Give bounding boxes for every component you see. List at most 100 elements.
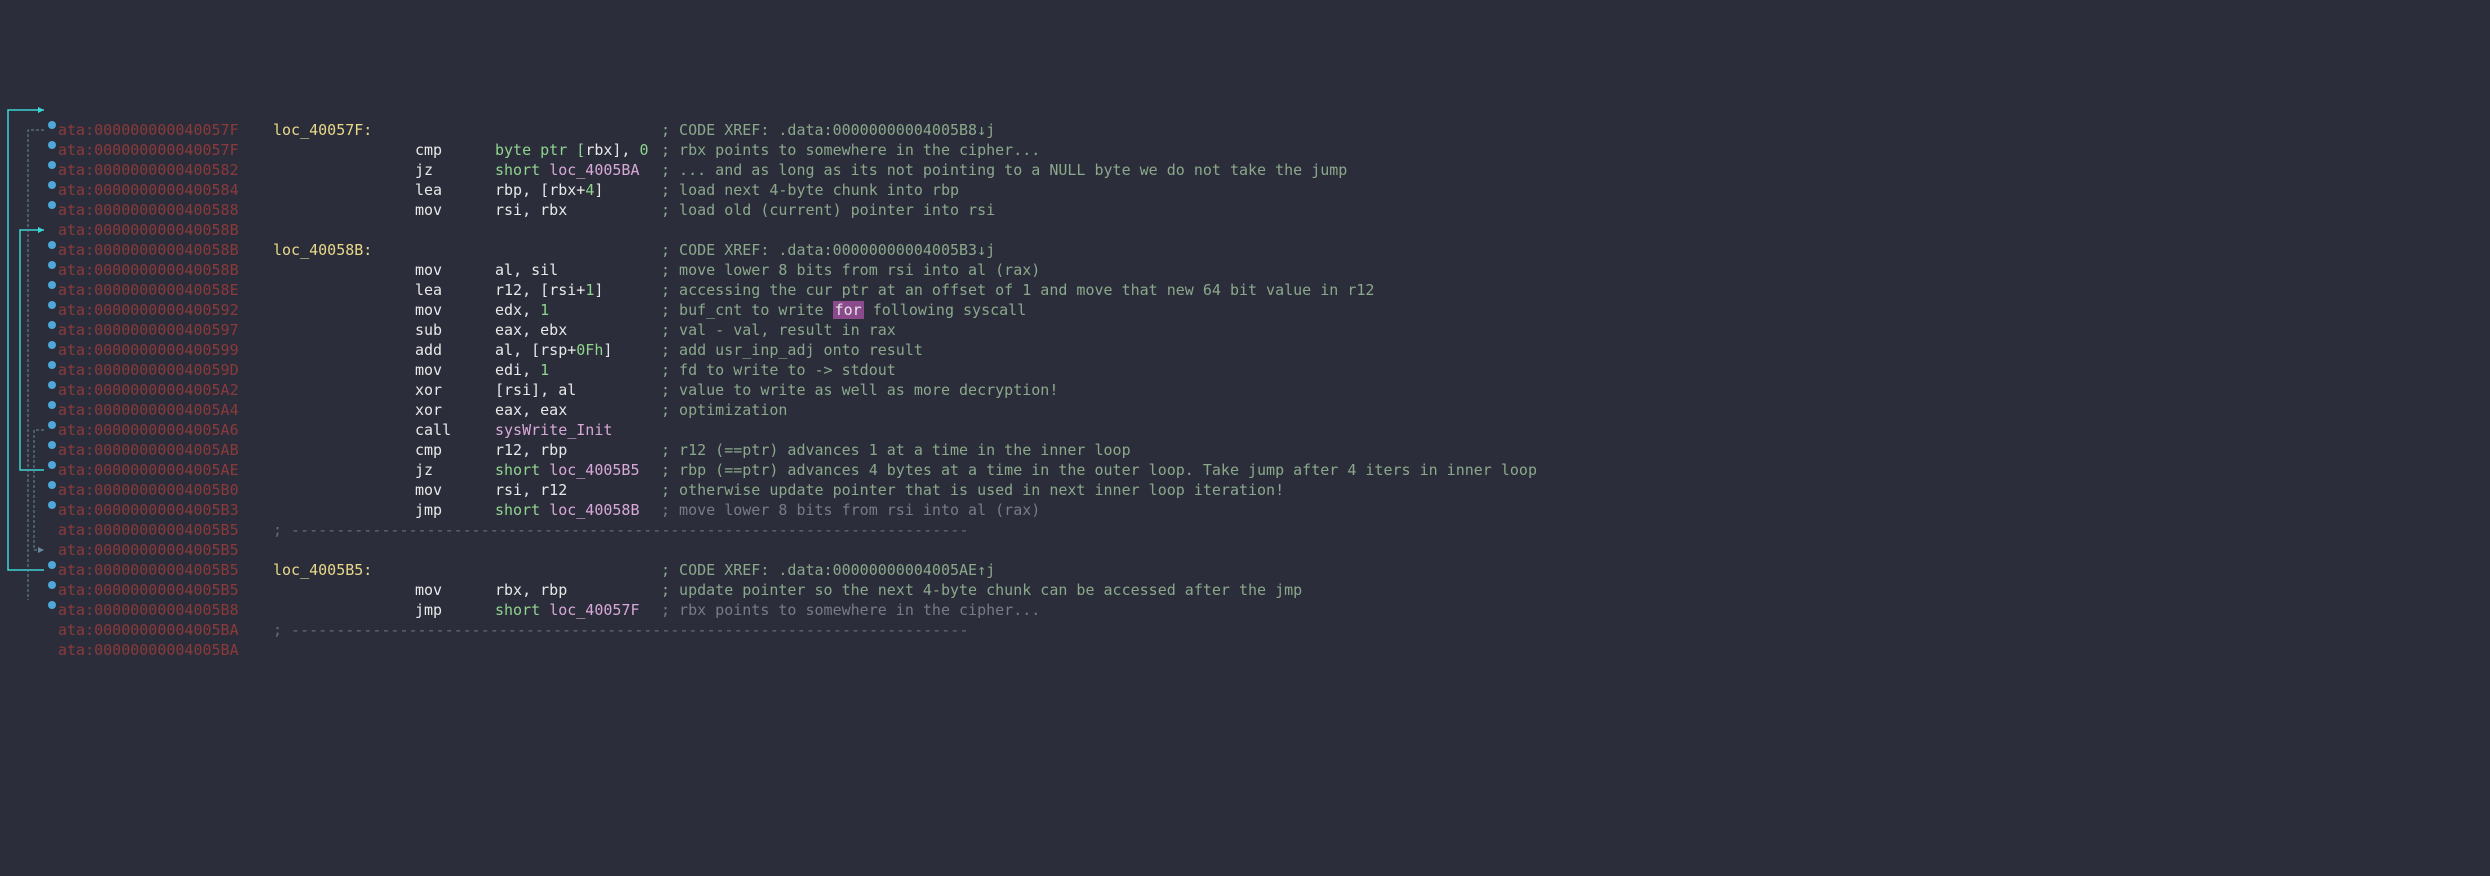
address-column[interactable]: ata:000000000040058E (58, 280, 273, 300)
breakpoint-dot[interactable] (48, 361, 56, 369)
disasm-line[interactable]: ata:00000000004005BA; ------------------… (0, 620, 2490, 640)
symbol-ref[interactable]: loc_40057F (549, 601, 639, 619)
operand-text: short (495, 461, 549, 479)
address-column[interactable]: ata:0000000000400588 (58, 200, 273, 220)
symbol-ref[interactable]: loc_4005B5 (549, 461, 639, 479)
breakpoint-dot[interactable] (48, 481, 56, 489)
address-column[interactable]: ata:0000000000400599 (58, 340, 273, 360)
disasm-line[interactable]: ata:00000000004005BA (0, 640, 2490, 660)
operand-text: short (495, 161, 549, 179)
address-column[interactable]: ata:00000000004005B8 (58, 600, 273, 620)
disasm-line[interactable]: ata:00000000004005ABcmpr12, rbp; r12 (==… (0, 440, 2490, 460)
breakpoint-dot[interactable] (48, 581, 56, 589)
disasm-line[interactable]: ata:00000000004005B3jmpshort loc_40058B;… (0, 500, 2490, 520)
xref-target[interactable]: .data:00000000004005B8↓j (778, 121, 995, 139)
symbol-ref[interactable]: loc_40058B (549, 501, 639, 519)
address-column[interactable]: ata:000000000040057F (58, 120, 273, 140)
address-column[interactable]: ata:000000000040059D (58, 360, 273, 380)
address-column[interactable]: ata:00000000004005AE (58, 460, 273, 480)
symbol-ref[interactable]: loc_4005BA (549, 161, 639, 179)
address-column[interactable]: ata:0000000000400582 (58, 160, 273, 180)
code-label[interactable]: loc_4005B5: (273, 561, 372, 579)
xref-comment[interactable]: ; CODE XREF: .data:00000000004005AE↑j (661, 560, 995, 580)
breakpoint-dot[interactable] (48, 381, 56, 389)
address-column[interactable]: ata:00000000004005B5 (58, 580, 273, 600)
breakpoint-dot[interactable] (48, 461, 56, 469)
disasm-line[interactable]: ata:0000000000400597subeax, ebx; val - v… (0, 320, 2490, 340)
breakpoint-dot[interactable] (48, 401, 56, 409)
address-column[interactable]: ata:000000000040058B (58, 240, 273, 260)
disasm-line[interactable]: ata:00000000004005B5 (0, 540, 2490, 560)
disasm-line[interactable]: ata:000000000040057Floc_40057F: ; CODE XR… (0, 120, 2490, 140)
address-column[interactable]: ata:00000000004005A6 (58, 420, 273, 440)
breakpoint-dot[interactable] (48, 261, 56, 269)
disasm-line[interactable]: ata:000000000040058Bmoval, sil; move low… (0, 260, 2490, 280)
address-column[interactable]: ata:00000000004005B5 (58, 540, 273, 560)
disasm-line[interactable]: ata:0000000000400582jzshort loc_4005BA; … (0, 160, 2490, 180)
address-column[interactable]: ata:000000000040058B (58, 260, 273, 280)
operand-column: [rsi], al (495, 380, 661, 400)
breakpoint-dot[interactable] (48, 561, 56, 569)
disasm-line[interactable]: ata:0000000000400592movedx, 1; buf_cnt t… (0, 300, 2490, 320)
disasm-line[interactable]: ata:000000000040058Elear12, [rsi+1]; acc… (0, 280, 2490, 300)
breakpoint-dot[interactable] (48, 141, 56, 149)
disasm-line[interactable]: ata:00000000004005A2xor[rsi], al; value … (0, 380, 2490, 400)
disasm-line[interactable]: ata:0000000000400588movrsi, rbx; load ol… (0, 200, 2490, 220)
breakpoint-dot[interactable] (48, 181, 56, 189)
breakpoint-dot[interactable] (48, 341, 56, 349)
breakpoint-dot[interactable] (48, 601, 56, 609)
xref-comment[interactable]: ; CODE XREF: .data:00000000004005B3↓j (661, 240, 995, 260)
breakpoint-dot[interactable] (48, 501, 56, 509)
disasm-line[interactable]: ata:000000000040059Dmovedi, 1; fd to wri… (0, 360, 2490, 380)
address-column[interactable]: ata:000000000040058B (58, 220, 273, 240)
disasm-line[interactable]: ata:00000000004005A4xoreax, eax; optimiz… (0, 400, 2490, 420)
address-column[interactable]: ata:000000000040057F (58, 140, 273, 160)
disasm-line[interactable]: ata:000000000040057Fcmpbyte ptr [rbx], 0… (0, 140, 2490, 160)
breakpoint-dot[interactable] (48, 121, 56, 129)
address-column[interactable]: ata:00000000004005AB (58, 440, 273, 460)
address-column[interactable]: ata:00000000004005B0 (58, 480, 273, 500)
xref-target[interactable]: .data:00000000004005AE↑j (778, 561, 995, 579)
address-column[interactable]: ata:00000000004005B5 (58, 560, 273, 580)
address-column[interactable]: ata:0000000000400597 (58, 320, 273, 340)
breakpoint-dot[interactable] (48, 201, 56, 209)
disasm-line[interactable]: ata:000000000040058Bloc_40058B: ; CODE XR… (0, 240, 2490, 260)
address-column[interactable]: ata:0000000000400592 (58, 300, 273, 320)
address-column[interactable]: ata:00000000004005BA (58, 640, 273, 660)
operand-text: , (522, 441, 540, 459)
disasm-line[interactable]: ata:00000000004005AEjzshort loc_4005B5; … (0, 460, 2490, 480)
symbol-ref[interactable]: sysWrite_Init (495, 421, 612, 439)
breakpoint-dot[interactable] (48, 161, 56, 169)
address-column[interactable]: ata:00000000004005A4 (58, 400, 273, 420)
address-column[interactable]: ata:00000000004005BA (58, 620, 273, 640)
breakpoint-dot[interactable] (48, 321, 56, 329)
code-label[interactable]: loc_40057F: (273, 121, 372, 139)
disasm-line[interactable]: ata:00000000004005B5loc_4005B5: ; CODE XR… (0, 560, 2490, 580)
mnemonic-column: sub (415, 320, 495, 340)
breakpoint-dot[interactable] (48, 241, 56, 249)
xref-target[interactable]: .data:00000000004005B3↓j (778, 241, 995, 259)
breakpoint-dot[interactable] (48, 281, 56, 289)
register: rbx (585, 141, 612, 159)
disasm-line[interactable]: ata:00000000004005B8jmpshort loc_40057F;… (0, 600, 2490, 620)
breakpoint-dot[interactable] (48, 301, 56, 309)
address-column[interactable]: ata:00000000004005B5 (58, 520, 273, 540)
breakpoint-empty (48, 540, 56, 560)
operand-text: , [ (522, 181, 549, 199)
disasm-line[interactable]: ata:00000000004005A6callsysWrite_Init (0, 420, 2490, 440)
disasm-line[interactable]: ata:00000000004005B5; ------------------… (0, 520, 2490, 540)
register: sil (531, 261, 558, 279)
address-column[interactable]: ata:00000000004005A2 (58, 380, 273, 400)
disasm-line[interactable]: ata:00000000004005B0movrsi, r12; otherwi… (0, 480, 2490, 500)
code-label[interactable]: loc_40058B: (273, 241, 372, 259)
address-column[interactable]: ata:00000000004005B3 (58, 500, 273, 520)
disassembly-listing[interactable]: ata:000000000040057Floc_40057F: ; CODE XR… (0, 80, 2490, 660)
xref-comment[interactable]: ; CODE XREF: .data:00000000004005B8↓j (661, 120, 995, 140)
disasm-line[interactable]: ata:0000000000400584learbp, [rbx+4]; loa… (0, 180, 2490, 200)
disasm-line[interactable]: ata:00000000004005B5movrbx, rbp; update … (0, 580, 2490, 600)
breakpoint-dot[interactable] (48, 441, 56, 449)
address-column[interactable]: ata:0000000000400584 (58, 180, 273, 200)
breakpoint-dot[interactable] (48, 421, 56, 429)
disasm-line[interactable]: ata:0000000000400599addal, [rsp+0Fh]; ad… (0, 340, 2490, 360)
disasm-line[interactable]: ata:000000000040058B (0, 220, 2490, 240)
